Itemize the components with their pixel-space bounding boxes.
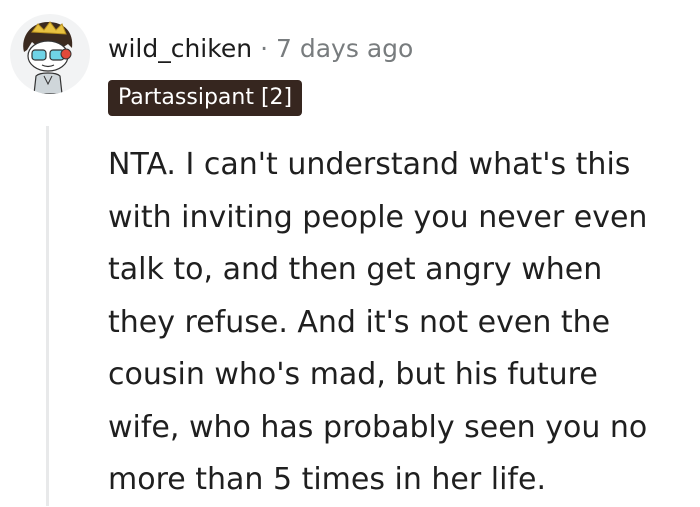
user-avatar-icon[interactable] bbox=[10, 14, 90, 94]
comment-text-line: they refuse. And it's not even the bbox=[108, 304, 611, 340]
comment-text-line: NTA. I can't understand what's this bbox=[108, 147, 631, 182]
comment-meta: wild_chiken · 7 days ago bbox=[108, 31, 413, 67]
comment-text-line: cousin who's mad, but his future bbox=[108, 357, 598, 392]
username-link[interactable]: wild_chiken bbox=[108, 31, 252, 67]
comment: wild_chiken · 7 days ago Partassipant [2… bbox=[0, 0, 700, 506]
comment-text-line: wife, who has probably seen you no bbox=[108, 409, 648, 445]
user-flair-badge: Partassipant [2] bbox=[108, 80, 303, 116]
timestamp-link[interactable]: 7 days ago bbox=[276, 31, 413, 67]
meta-separator: · bbox=[260, 34, 269, 63]
comment-text-line: with inviting people you never even bbox=[108, 199, 648, 235]
comment-text-line: talk to, and then get angry when bbox=[108, 252, 603, 287]
comment-body: NTA. I can't understand what's this with… bbox=[108, 139, 693, 507]
comment-text-line: more than 5 times in her life. bbox=[108, 462, 546, 497]
thread-collapse-line[interactable] bbox=[46, 126, 49, 506]
